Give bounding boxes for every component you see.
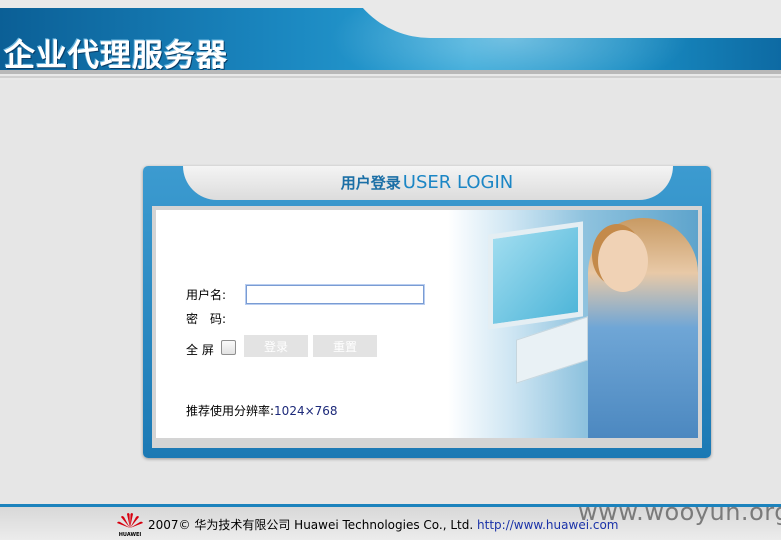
banner-divider xyxy=(0,70,781,74)
login-illustration xyxy=(448,210,698,438)
fullscreen-checkbox[interactable] xyxy=(221,340,236,355)
login-title: 用户登录 USER LOGIN xyxy=(143,170,711,196)
banner-curve xyxy=(340,8,781,38)
password-label: 密 码: xyxy=(186,312,227,326)
login-title-en: USER LOGIN xyxy=(402,172,514,193)
person-head-illustration xyxy=(598,230,648,292)
username-label: 用户名: xyxy=(186,288,227,302)
banner-background: 企业代理服务器 xyxy=(0,8,781,70)
huawei-logo-icon: HUAWEI xyxy=(117,513,143,538)
app-title: 企业代理服务器 xyxy=(4,38,228,70)
banner-divider-light xyxy=(0,76,781,78)
login-panel: 用户登录 USER LOGIN 用户名: 密 码: 全 屏 登录 重置 推荐使用分… xyxy=(143,166,711,458)
copyright-text: 2007© 华为技术有限公司 Huawei Technologies Co., … xyxy=(148,516,618,533)
monitor-illustration xyxy=(488,221,583,330)
login-body-border: 用户名: 密 码: 全 屏 登录 重置 推荐使用分辨率:1024×768 xyxy=(152,206,702,448)
fullscreen-label: 全 屏 xyxy=(186,343,214,357)
resolution-label: 推荐使用分辨率: xyxy=(186,404,275,418)
username-input[interactable] xyxy=(245,284,425,305)
copyright-owner: 2007© 华为技术有限公司 Huawei Technologies Co., … xyxy=(148,518,474,532)
keyboard-illustration xyxy=(516,316,588,384)
login-button[interactable]: 登录 xyxy=(244,335,308,357)
resolution-hint: 推荐使用分辨率:1024×768 xyxy=(186,402,338,419)
login-title-cn: 用户登录 xyxy=(340,174,401,192)
resolution-value: 1024×768 xyxy=(274,404,338,418)
header-banner: 企业代理服务器 xyxy=(0,0,781,80)
watermark-text: www.wooyun.org xyxy=(578,498,781,526)
login-body: 用户名: 密 码: 全 屏 登录 重置 推荐使用分辨率:1024×768 xyxy=(156,210,698,438)
reset-button[interactable]: 重置 xyxy=(313,335,377,357)
huawei-logo-text: HUAWEI xyxy=(119,532,142,538)
